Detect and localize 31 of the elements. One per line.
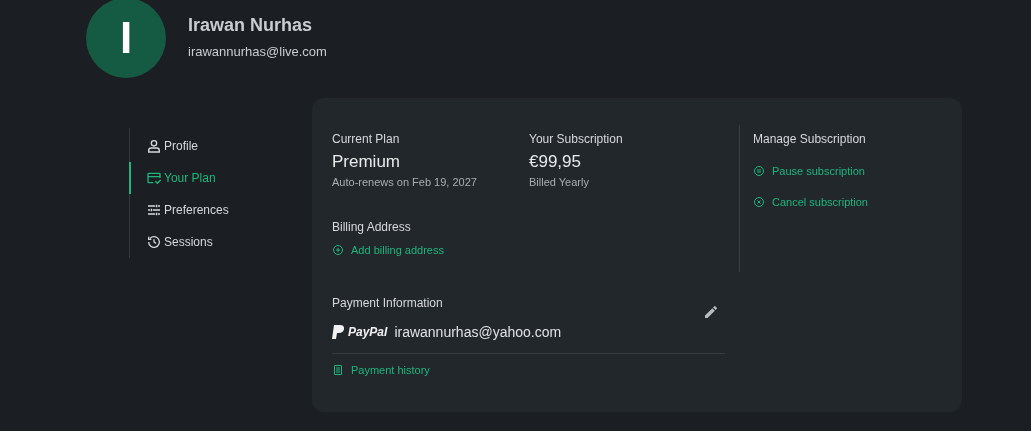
history-icon (146, 234, 162, 250)
nav-item[interactable]: Sessions (129, 226, 312, 258)
payment-history-link[interactable]: Payment history (332, 364, 430, 376)
paypal-account: irawannurhas@yahoo.com (394, 324, 562, 340)
user-email: irawannurhas@live.com (188, 44, 327, 59)
avatar: I (86, 0, 166, 78)
user-name: Irawan Nurhas (188, 15, 314, 36)
card-check-icon (146, 170, 162, 186)
field-label: Your Subscription (529, 132, 623, 146)
pause-subscription-link[interactable]: Pause subscription (753, 165, 865, 177)
paypal-wordmark: PayPal (348, 325, 388, 339)
plan-name: Premium (332, 152, 401, 172)
field-label: Manage Subscription (753, 132, 867, 146)
person-icon (146, 138, 162, 154)
pause-icon (753, 165, 765, 177)
nav-item[interactable]: Profile (129, 130, 312, 162)
nav-item[interactable]: Preferences (129, 194, 312, 226)
sliders-icon (146, 202, 162, 218)
list-icon (332, 364, 344, 376)
cancel-subscription-link[interactable]: Cancel subscription (753, 196, 868, 208)
field-label: Payment Information (332, 296, 443, 310)
paypal-logo-icon (332, 325, 345, 339)
add-billing-address-link[interactable]: Add billing address (332, 244, 444, 256)
edit-icon[interactable] (703, 304, 719, 320)
cancel-icon (753, 196, 765, 208)
renewal-note: Auto-renews on Feb 19, 2027 (332, 176, 478, 188)
field-label: Current Plan (332, 132, 401, 146)
billing-period: Billed Yearly (529, 176, 590, 188)
plus-circle-icon (332, 244, 344, 256)
field-label: Billing Address (332, 220, 412, 234)
price: €99,95 (529, 152, 582, 172)
